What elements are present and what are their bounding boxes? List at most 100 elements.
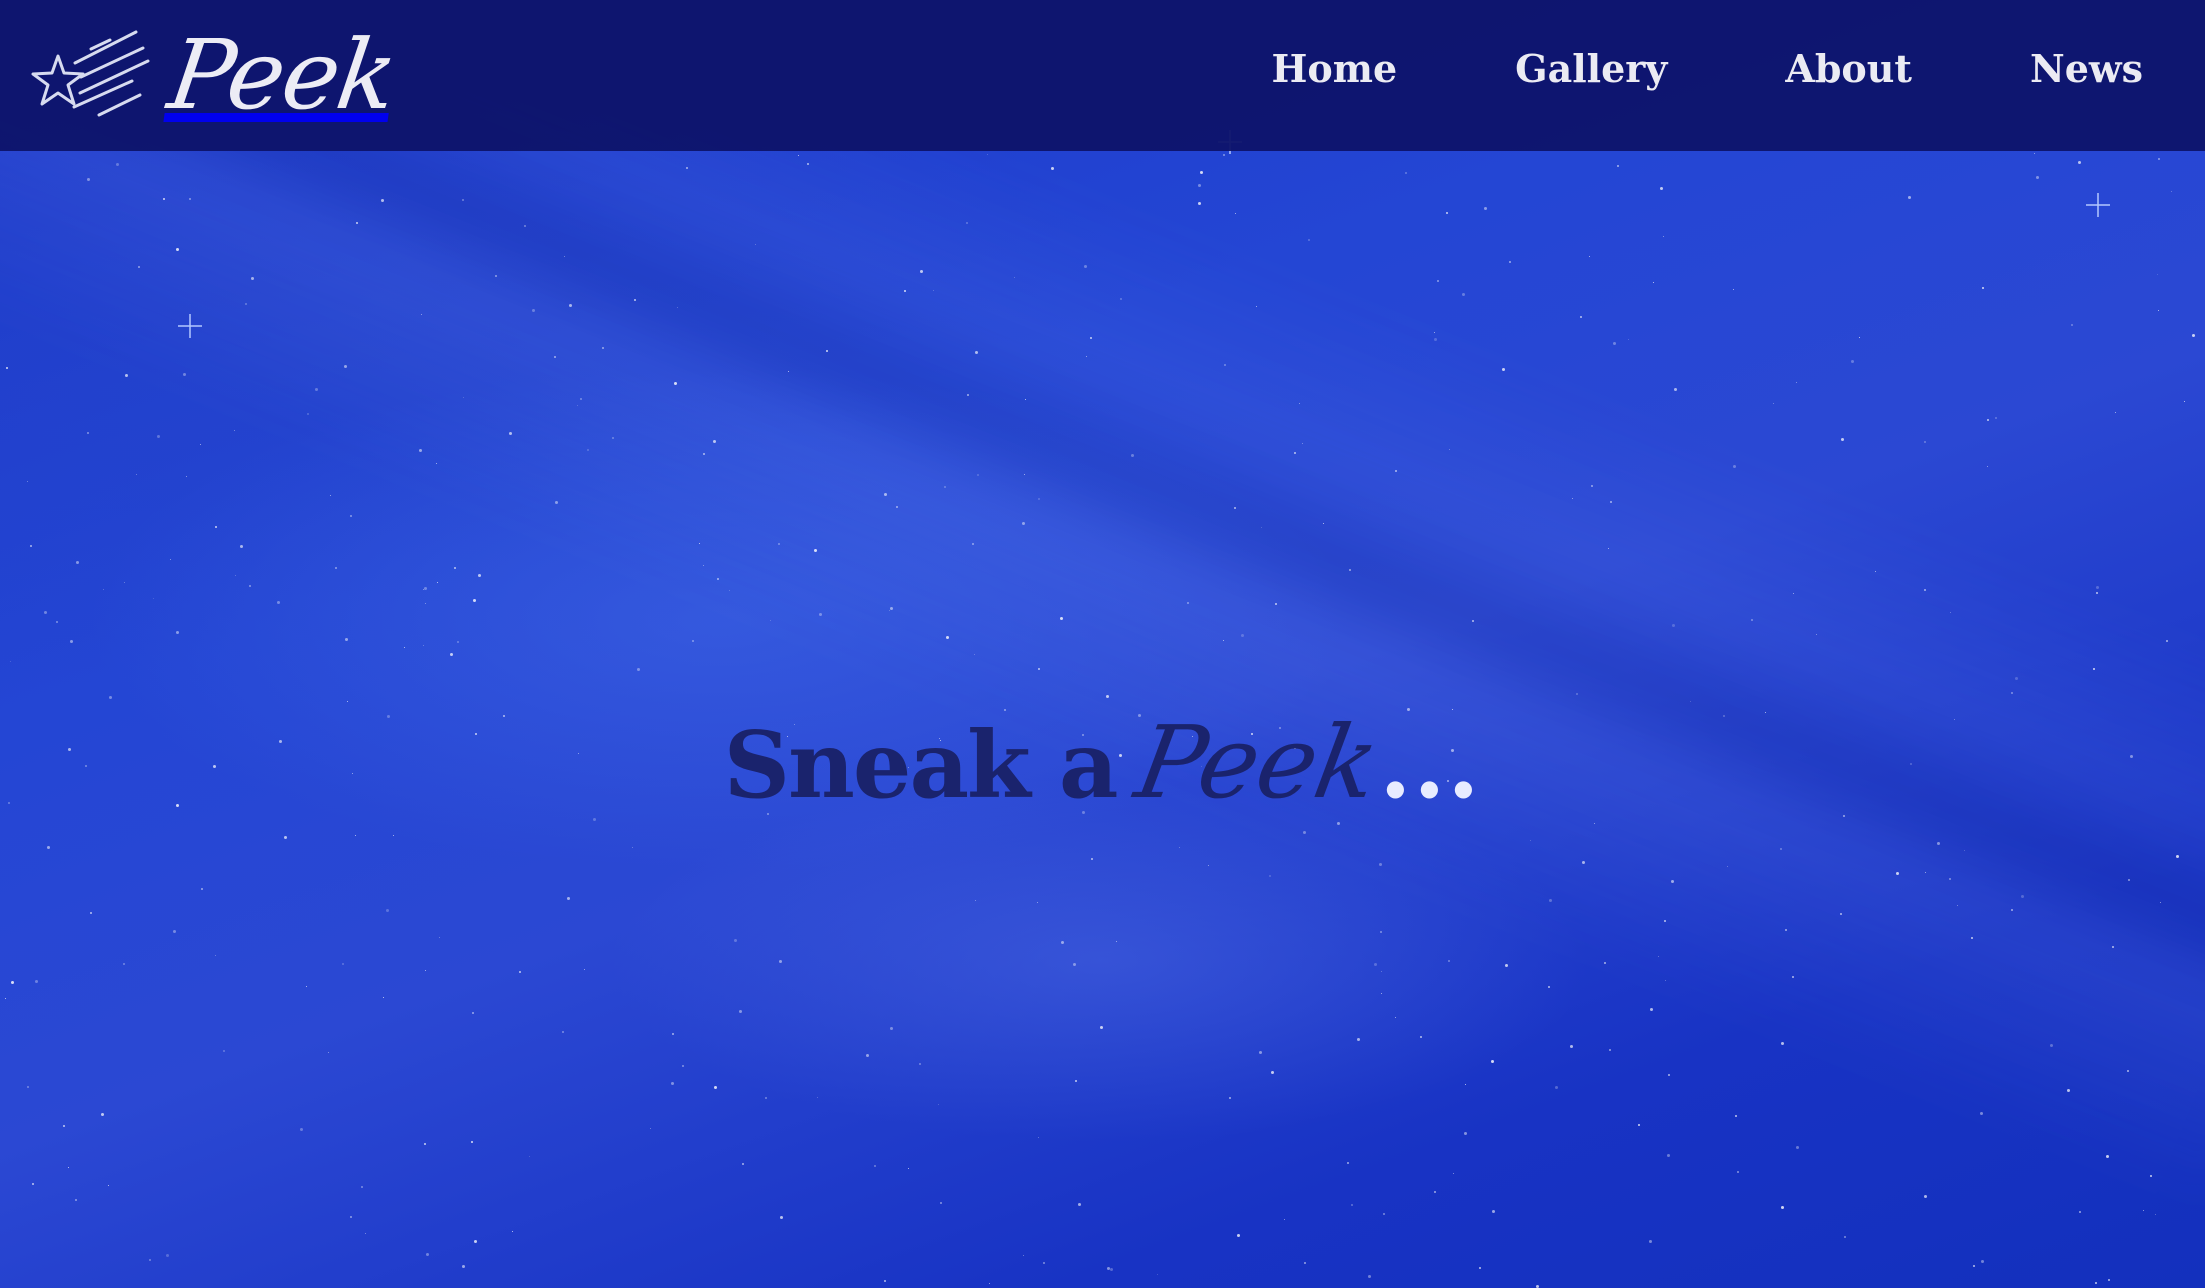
background-star — [2011, 692, 2013, 694]
background-star — [1116, 941, 1117, 942]
background-star — [352, 773, 353, 774]
background-star — [1465, 1084, 1466, 1085]
background-star — [1608, 548, 1609, 549]
background-star — [1405, 172, 1407, 174]
background-star — [2067, 1089, 2070, 1092]
background-star — [778, 543, 780, 545]
background-star — [1796, 382, 1797, 383]
background-star — [2106, 1155, 2109, 1158]
background-star — [223, 1050, 225, 1052]
background-star — [819, 613, 822, 616]
background-star — [1337, 822, 1340, 825]
background-star — [173, 930, 176, 933]
background-star — [2128, 879, 2130, 881]
background-star — [884, 1280, 886, 1282]
background-star — [1014, 277, 1015, 278]
background-star — [70, 640, 73, 643]
background-star — [1954, 719, 1955, 720]
nav-link-about[interactable]: About — [1785, 50, 1912, 88]
background-star — [1259, 1051, 1262, 1054]
background-star — [163, 198, 165, 200]
background-star — [1491, 1060, 1494, 1063]
background-star — [1765, 712, 1766, 713]
background-star — [166, 1254, 169, 1257]
background-star — [919, 1063, 921, 1065]
background-star — [1548, 986, 1550, 988]
background-star — [87, 178, 90, 181]
background-star — [47, 846, 50, 849]
background-star — [1452, 709, 1453, 710]
background-star — [1304, 1262, 1306, 1264]
background-star — [562, 1031, 564, 1033]
background-star — [213, 765, 216, 768]
background-star — [717, 578, 719, 580]
background-star — [1347, 1162, 1349, 1164]
background-star — [101, 1113, 104, 1116]
background-star — [462, 199, 464, 201]
background-star — [1106, 695, 1109, 698]
background-star — [189, 198, 191, 200]
background-star — [345, 638, 348, 641]
background-star — [335, 567, 337, 569]
background-star — [677, 307, 678, 308]
background-star — [734, 939, 737, 942]
background-star — [1271, 1071, 1274, 1074]
background-star — [1667, 1154, 1670, 1157]
background-star — [277, 601, 280, 604]
background-star — [2115, 412, 2116, 413]
background-star — [632, 847, 633, 848]
background-star — [347, 701, 348, 702]
background-star — [2036, 176, 2039, 179]
background-star — [1224, 364, 1226, 366]
background-star — [580, 398, 582, 400]
background-star — [569, 304, 572, 307]
nav-link-news[interactable]: News — [2030, 50, 2143, 88]
background-star — [383, 997, 384, 998]
background-star — [11, 981, 14, 984]
background-star — [1294, 452, 1296, 454]
background-star — [1796, 1146, 1799, 1149]
background-star — [300, 1128, 303, 1131]
nav-link-home[interactable]: Home — [1272, 50, 1398, 88]
background-star — [1875, 571, 1876, 572]
background-star — [940, 1202, 942, 1204]
background-star — [201, 888, 203, 890]
background-star — [437, 582, 438, 583]
background-star — [474, 1240, 477, 1243]
background-star — [2078, 161, 2081, 164]
background-star — [2158, 310, 2159, 311]
headline-prefix: Sneak a — [723, 711, 1119, 820]
background-star — [2034, 153, 2035, 154]
background-star — [87, 432, 89, 434]
background-star — [1075, 1080, 1077, 1082]
background-star — [975, 351, 978, 354]
background-star — [1570, 1045, 1573, 1048]
background-star — [765, 1097, 767, 1099]
background-star — [779, 960, 782, 963]
background-star — [977, 474, 979, 476]
background-star — [703, 565, 704, 566]
background-star — [2021, 895, 2024, 898]
background-star — [387, 715, 390, 718]
headline-brand-word: Peek — [1127, 704, 1386, 822]
background-star — [1792, 976, 1794, 978]
background-star — [1660, 187, 1663, 190]
background-star — [692, 640, 694, 642]
nav-link-gallery[interactable]: Gallery — [1515, 50, 1667, 88]
background-star — [123, 963, 125, 965]
brand-logo-link[interactable]: Peek — [28, 18, 402, 131]
background-star — [157, 435, 160, 438]
background-star — [1208, 865, 1209, 866]
background-star — [307, 413, 309, 415]
background-star — [1502, 368, 1505, 371]
background-star — [896, 506, 898, 508]
background-star — [1379, 863, 1382, 866]
background-star — [393, 835, 394, 836]
background-star — [755, 244, 756, 245]
background-star — [471, 1141, 473, 1143]
background-star — [10, 661, 11, 662]
star-field — [0, 0, 2205, 1288]
background-star — [419, 449, 422, 452]
background-star — [1664, 920, 1666, 922]
background-star — [1617, 165, 1619, 167]
